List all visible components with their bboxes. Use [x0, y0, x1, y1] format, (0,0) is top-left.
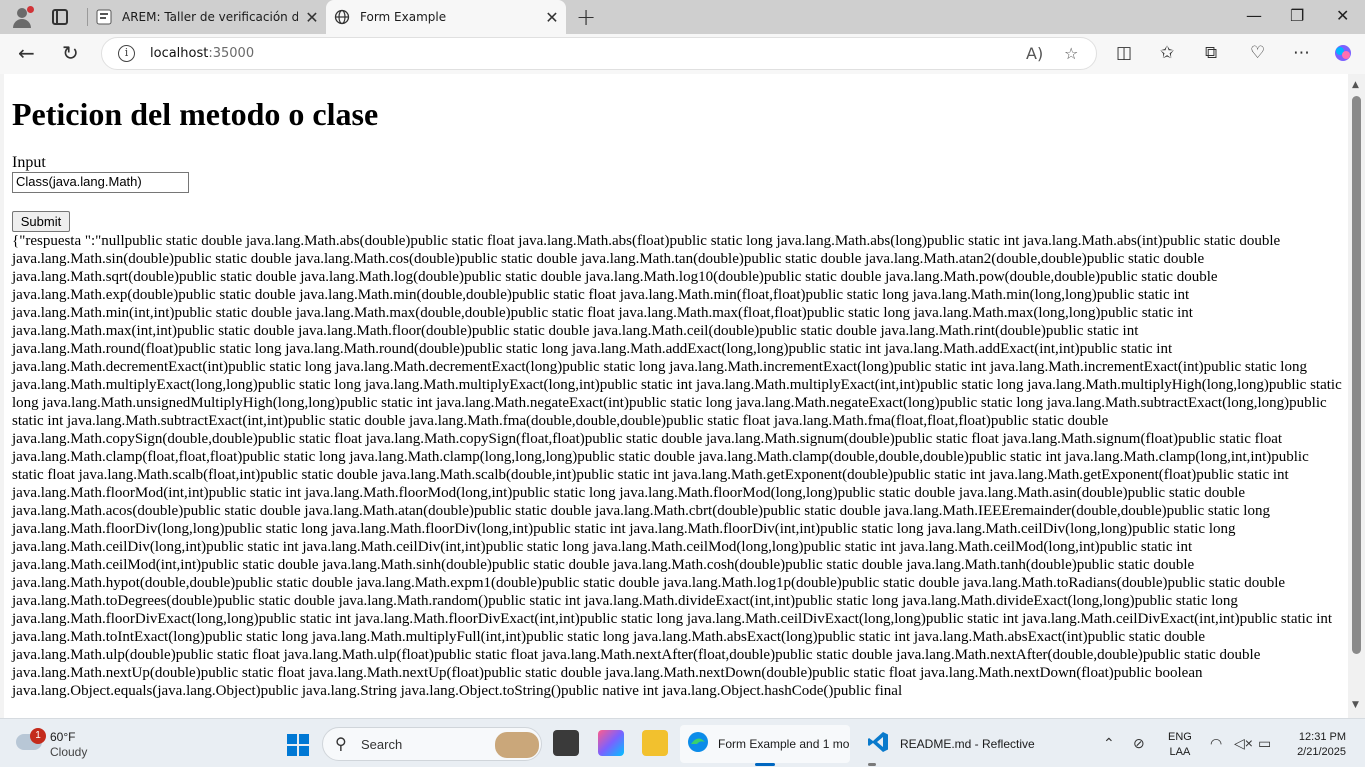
- weather-widget[interactable]: 1 60°F Cloudy: [16, 728, 116, 760]
- back-icon[interactable]: ←: [18, 41, 35, 65]
- restore-icon[interactable]: ❐: [1290, 6, 1304, 25]
- refresh-icon[interactable]: ↻: [62, 41, 79, 65]
- vscode-icon: [866, 730, 890, 759]
- address-bar[interactable]: i localhost:35000 A) ☆: [101, 37, 1097, 70]
- tab-arem[interactable]: AREM: Taller de verificación de co ✕: [88, 0, 326, 34]
- read-aloud-icon[interactable]: A): [1026, 44, 1043, 63]
- minimize-icon[interactable]: —: [1246, 6, 1262, 25]
- close-window-icon[interactable]: ✕: [1336, 6, 1349, 25]
- method-input[interactable]: Class(java.lang.Math): [12, 172, 189, 193]
- battery-icon[interactable]: ▭: [1258, 735, 1271, 752]
- input-label: Input: [12, 154, 46, 171]
- profile-icon[interactable]: [10, 6, 34, 28]
- wifi-icon[interactable]: ◠: [1210, 735, 1222, 752]
- page-content: Peticion del metodo o clase Input Class(…: [4, 74, 1348, 718]
- weather-desc: Cloudy: [50, 745, 88, 759]
- tab-actions-icon[interactable]: [52, 9, 68, 25]
- split-screen-icon[interactable]: ◫: [1116, 43, 1132, 63]
- file-explorer-icon[interactable]: [642, 730, 668, 756]
- more-menu-icon[interactable]: ⋯: [1293, 43, 1310, 63]
- tab-strip: AREM: Taller de verificación de co ✕ For…: [0, 0, 1365, 34]
- taskbar-search[interactable]: ⚲ Search: [322, 727, 542, 761]
- tab-form-example[interactable]: Form Example ✕: [326, 0, 566, 34]
- network-off-icon[interactable]: ⊘: [1133, 735, 1145, 752]
- scroll-down-icon[interactable]: ▼: [1352, 700, 1359, 710]
- task-edge[interactable]: Form Example and 1 mo: [680, 725, 850, 766]
- task-vscode[interactable]: README.md - Reflective: [860, 725, 1035, 766]
- address-url[interactable]: localhost:35000: [150, 46, 254, 61]
- tab-title: Form Example: [360, 10, 447, 24]
- weather-temp: 60°F: [50, 730, 76, 744]
- response-text: {"respuesta ":"nullpublic static double …: [12, 233, 1342, 699]
- copilot-icon[interactable]: [1333, 43, 1353, 68]
- favorite-star-icon[interactable]: ☆: [1064, 44, 1078, 63]
- close-tab-icon[interactable]: ✕: [298, 8, 326, 27]
- new-tab-button[interactable]: +: [576, 3, 596, 31]
- page-scrollbar[interactable]: ▲ ▼: [1348, 74, 1365, 718]
- page-title: Peticion del metodo o clase: [12, 96, 379, 132]
- scroll-thumb[interactable]: [1352, 96, 1361, 654]
- browser-toolbar: ← ↻ i localhost:35000 A) ☆ ◫ ✩ ⧉ ♡ ⋯: [0, 34, 1365, 74]
- search-placeholder: Search: [361, 737, 403, 752]
- page-favicon-icon: [96, 9, 112, 25]
- volume-muted-icon[interactable]: ◁×: [1234, 735, 1253, 752]
- search-icon: ⚲: [335, 736, 347, 753]
- notification-badge: 1: [30, 728, 46, 744]
- chevron-up-icon[interactable]: ⌃: [1103, 735, 1115, 752]
- scroll-up-icon[interactable]: ▲: [1352, 80, 1359, 90]
- browser-essentials-icon[interactable]: ♡: [1250, 43, 1265, 63]
- collections-icon[interactable]: ⧉: [1205, 43, 1217, 63]
- m365-icon[interactable]: [598, 730, 624, 756]
- taskbar: 1 60°F Cloudy ⚲ Search Form Example and …: [0, 718, 1365, 767]
- tab-title: AREM: Taller de verificación de co: [122, 10, 298, 24]
- system-clock[interactable]: 12:31 PM 2/21/2025: [1284, 730, 1346, 760]
- site-info-icon[interactable]: i: [118, 45, 135, 62]
- close-tab-icon[interactable]: ✕: [538, 8, 566, 27]
- edge-icon: [686, 730, 710, 759]
- windows-start-icon[interactable]: [287, 734, 309, 756]
- submit-button[interactable]: Submit: [12, 211, 70, 232]
- globe-icon: [334, 9, 350, 25]
- favorites-icon[interactable]: ✩: [1160, 43, 1174, 63]
- search-highlight-image[interactable]: [495, 732, 539, 758]
- task-view-icon[interactable]: [553, 730, 579, 756]
- language-indicator[interactable]: ENG LAA: [1168, 730, 1192, 760]
